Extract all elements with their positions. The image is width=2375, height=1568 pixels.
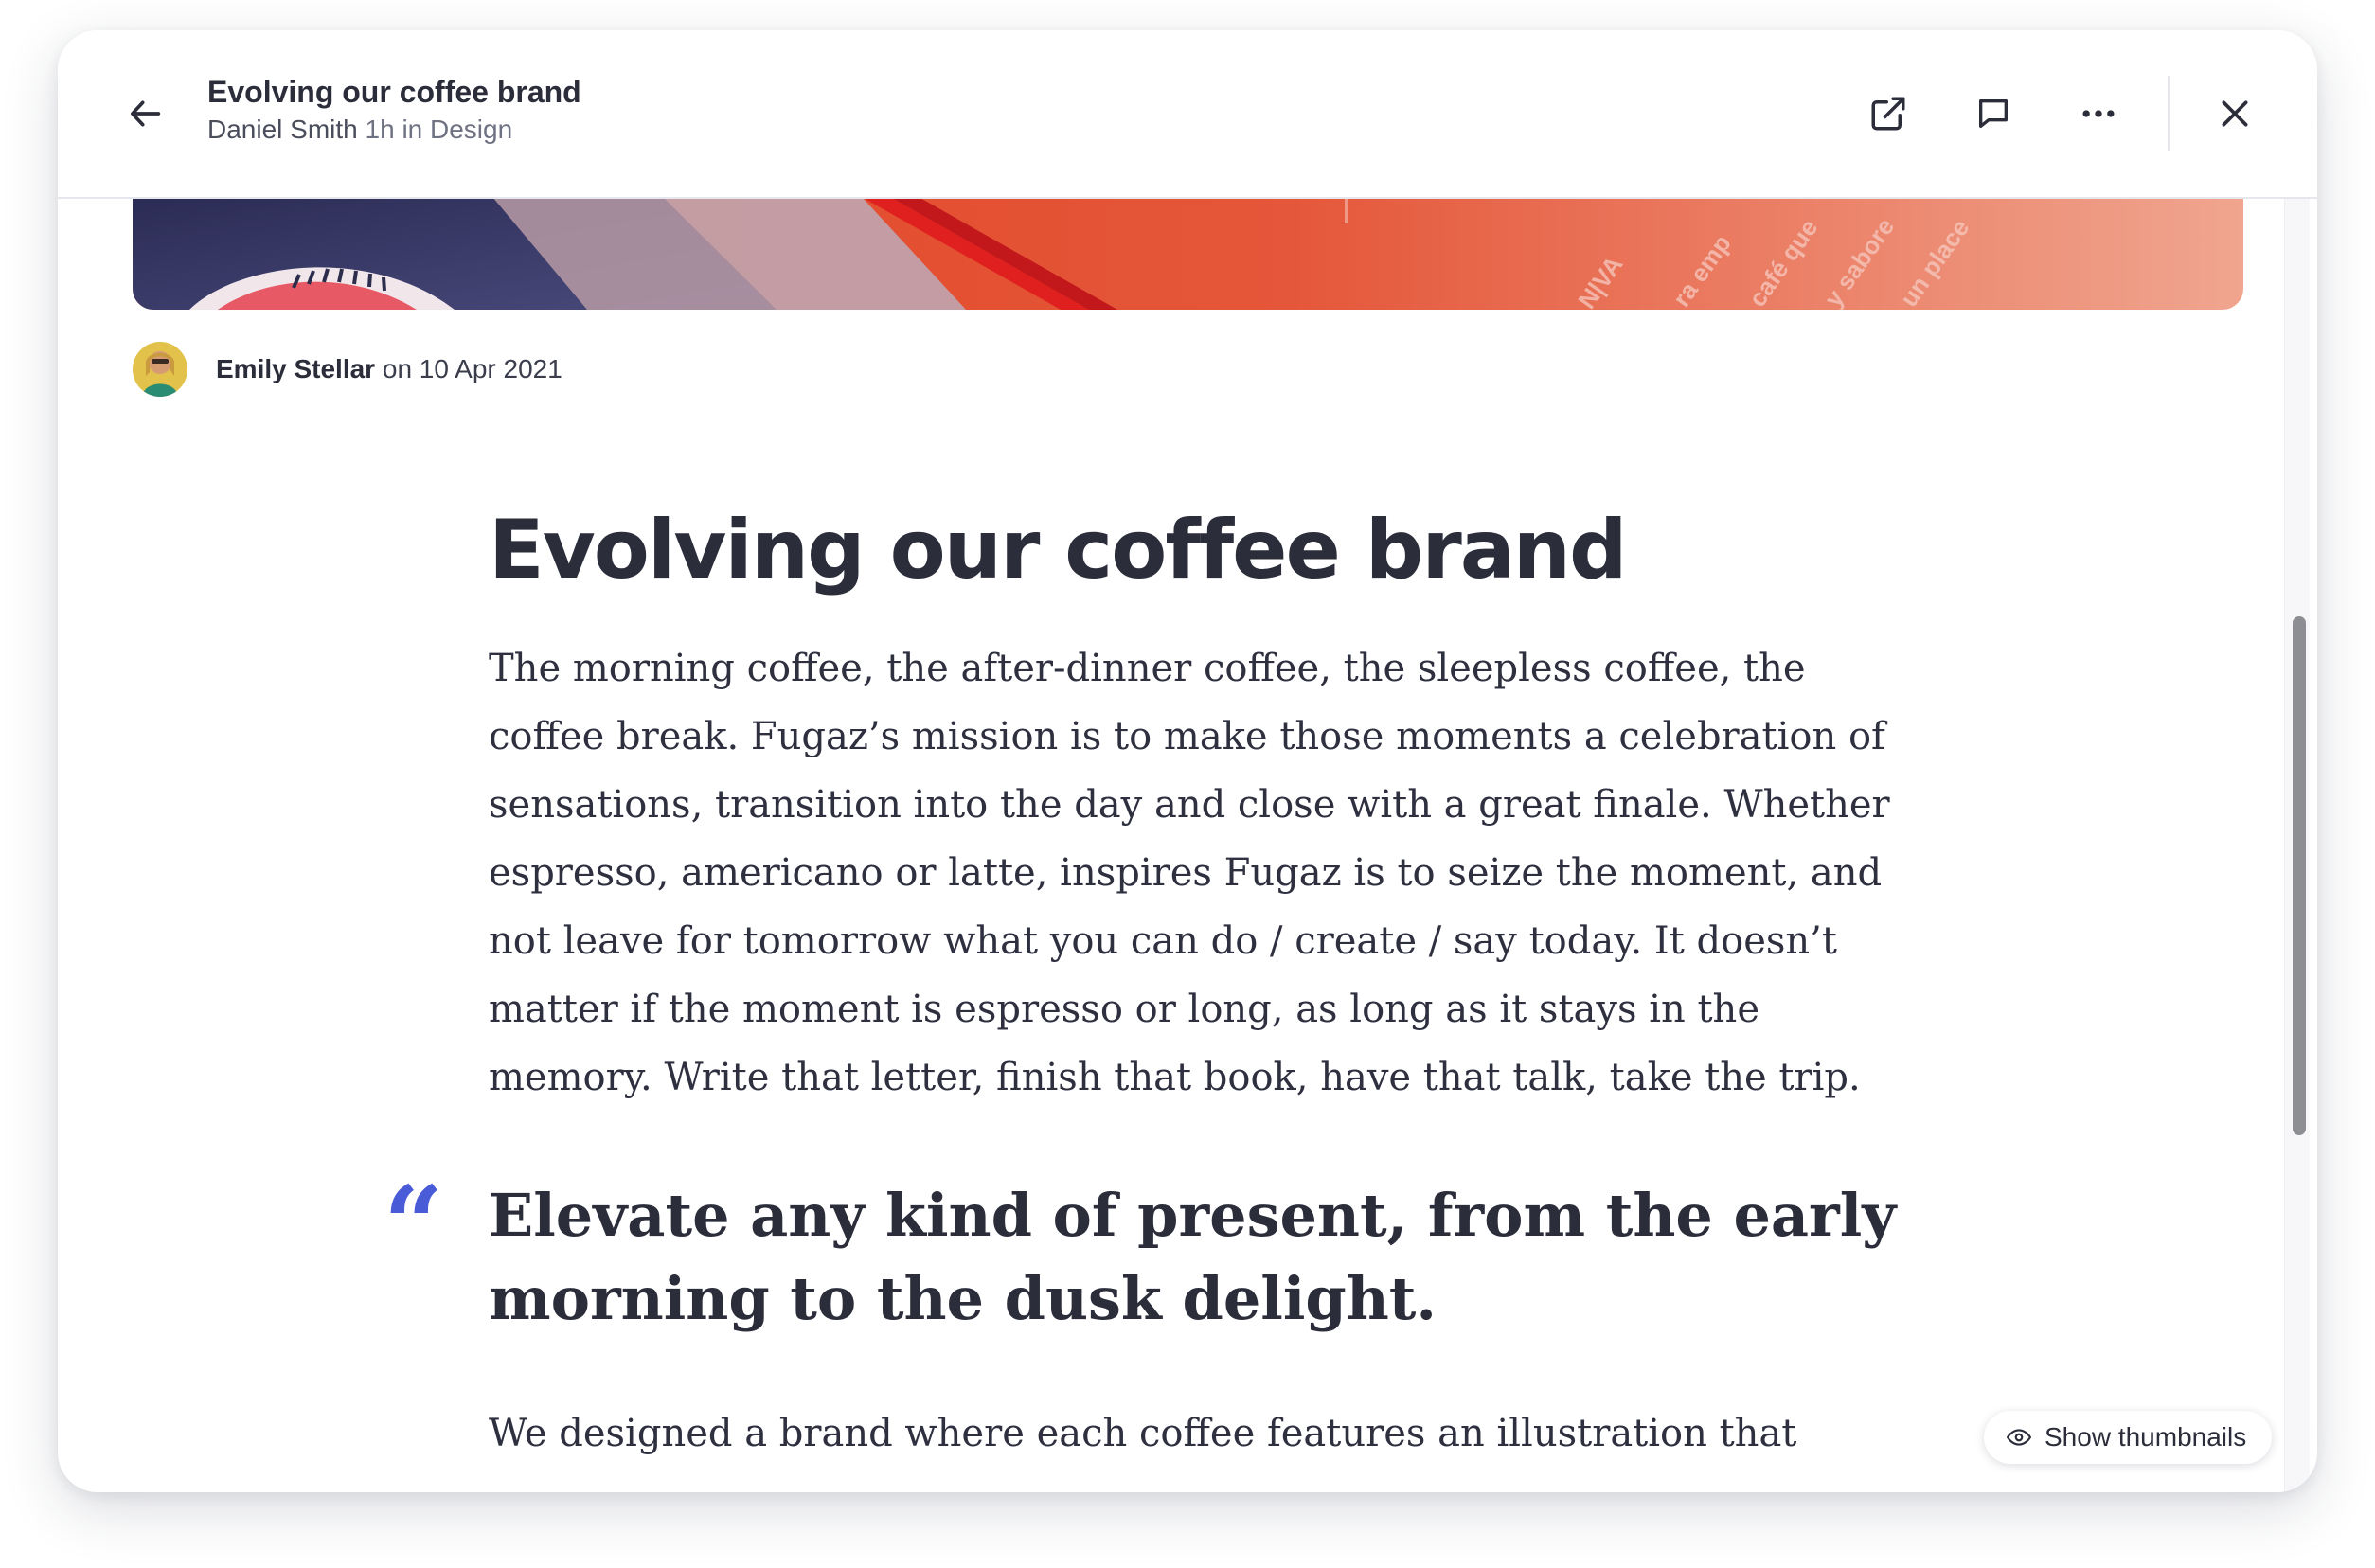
open-external-button[interactable] bbox=[1854, 80, 1922, 148]
header-divider bbox=[2168, 76, 2170, 151]
quote-mark-icon: “ bbox=[384, 1163, 444, 1285]
screen: Evolving our coffee brand Daniel Smith 1… bbox=[0, 0, 2375, 1568]
scrollbar-thumb[interactable] bbox=[2293, 616, 2306, 1135]
header-text: Evolving our coffee brand Daniel Smith 1… bbox=[207, 74, 581, 146]
header-title: Evolving our coffee brand bbox=[207, 75, 581, 109]
header-meta: Daniel Smith 1h in Design bbox=[207, 114, 581, 146]
close-button[interactable] bbox=[2201, 80, 2269, 148]
post-viewer-window: Evolving our coffee brand Daniel Smith 1… bbox=[58, 30, 2317, 1492]
byline-author[interactable]: Emily Stellar bbox=[216, 354, 375, 383]
more-options-button[interactable] bbox=[2064, 80, 2133, 148]
close-icon bbox=[2222, 100, 2248, 127]
eye-icon bbox=[2007, 1425, 2031, 1450]
article-title: Evolving our coffee brand bbox=[489, 503, 1628, 597]
comment-icon bbox=[1979, 99, 2008, 128]
post-content[interactable]: N|VA ra emp café que y sabore un place E… bbox=[58, 197, 2317, 1492]
show-thumbnails-button[interactable]: Show thumbnails bbox=[1984, 1411, 2272, 1464]
byline-text: Emily Stellar on 10 Apr 2021 bbox=[216, 354, 562, 384]
article-paragraph: The morning coffee, the after-dinner cof… bbox=[489, 647, 1890, 1099]
comment-button[interactable] bbox=[1959, 80, 2027, 148]
article-paragraph-2: We designed a brand where each coffee fe… bbox=[489, 1412, 1797, 1455]
external-link-icon bbox=[1871, 97, 1905, 131]
byline-date: on 10 Apr 2021 bbox=[382, 354, 562, 383]
header-author[interactable]: Daniel Smith bbox=[207, 115, 358, 144]
article-pull-quote: Elevate any kind of present, from the ea… bbox=[489, 1181, 1897, 1333]
cover-image: N|VA ra emp café que y sabore un place bbox=[133, 197, 2243, 310]
header-meta-suffix: 1h in Design bbox=[365, 115, 513, 144]
more-horizontal-icon bbox=[2082, 110, 2115, 117]
post-byline: Emily Stellar on 10 Apr 2021 bbox=[133, 341, 562, 398]
back-button[interactable] bbox=[112, 80, 180, 148]
show-thumbnails-label: Show thumbnails bbox=[2045, 1422, 2247, 1452]
viewer-header: Evolving our coffee brand Daniel Smith 1… bbox=[58, 30, 2317, 199]
arrow-left-icon bbox=[131, 100, 161, 127]
avatar[interactable] bbox=[133, 342, 188, 397]
